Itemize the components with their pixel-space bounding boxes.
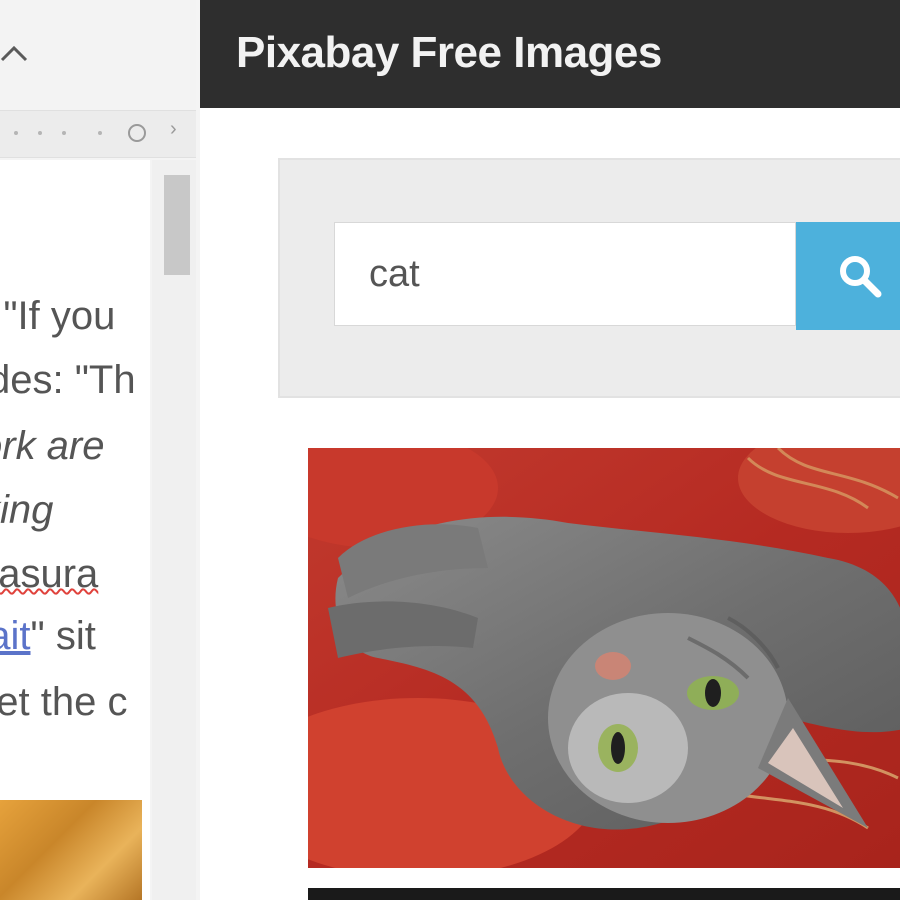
search-button[interactable] <box>796 222 900 330</box>
chevron-right-icon[interactable]: › <box>170 118 177 141</box>
misspelled-word[interactable]: easura <box>0 550 98 598</box>
gear-icon[interactable] <box>128 124 146 142</box>
doc-line: n "If you <box>0 294 116 338</box>
chevron-up-icon[interactable] <box>0 38 36 68</box>
doc-line: king <box>0 488 54 532</box>
doc-line: get the c <box>0 680 128 724</box>
document-image <box>0 800 142 900</box>
document-body[interactable]: n "If you des: "Th ork are king easura b… <box>0 160 150 900</box>
search-input[interactable] <box>334 222 796 326</box>
editor-top-bar <box>0 0 196 110</box>
doc-line: bait" sit <box>0 612 96 660</box>
toolbar-dot <box>38 131 42 135</box>
toolbar-dot <box>14 131 18 135</box>
doc-line-text: " sit <box>30 614 96 658</box>
document-editor-pane: › n "If you des: "Th ork are king easura… <box>0 0 200 900</box>
cat-photo <box>308 448 900 868</box>
toolbar-dot <box>62 131 66 135</box>
doc-line: des: "Th <box>0 358 136 402</box>
doc-link[interactable]: bait <box>0 614 31 658</box>
scrollbar-thumb[interactable] <box>164 175 190 275</box>
doc-line: ork are <box>0 424 105 468</box>
pixabay-pane: Pixabay Free Images <box>200 0 900 900</box>
cat-image-result[interactable] <box>308 448 900 868</box>
search-icon <box>840 256 882 298</box>
site-title[interactable]: Pixabay Free Images <box>236 28 662 78</box>
toolbar-dot <box>98 131 102 135</box>
editor-toolbar <box>0 110 196 158</box>
next-image-result[interactable] <box>308 888 900 900</box>
site-header: Pixabay Free Images <box>200 0 900 108</box>
